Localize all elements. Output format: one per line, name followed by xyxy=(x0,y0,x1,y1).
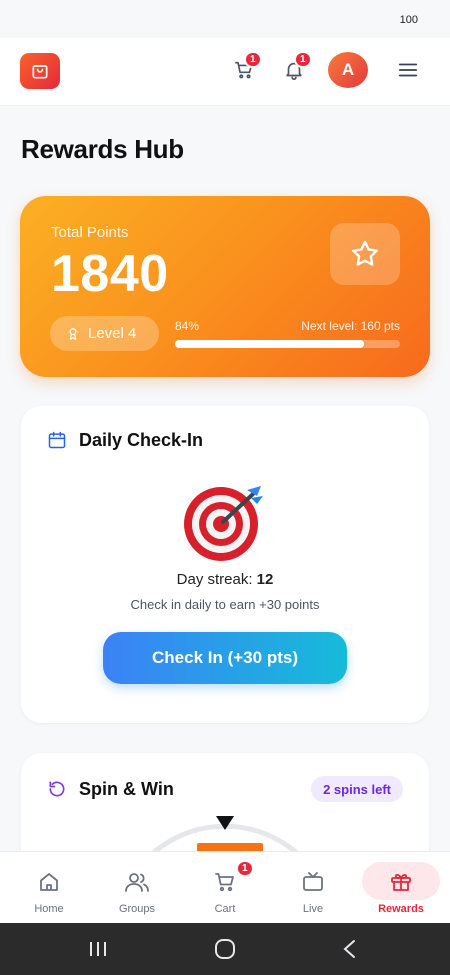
cart-badge: 1 xyxy=(244,51,262,68)
spin-win-title: Spin & Win xyxy=(79,779,174,799)
level-progress-bar xyxy=(175,340,400,348)
status-bar: 100 xyxy=(0,0,450,38)
daily-checkin-card: Daily Check-In Day streak: 12 Check in d… xyxy=(21,406,429,723)
nav-groups-label: Groups xyxy=(118,903,156,915)
star-button[interactable] xyxy=(330,223,400,285)
nav-home[interactable]: Home xyxy=(4,852,94,924)
nav-rewards[interactable]: Rewards xyxy=(356,852,446,924)
groups-icon xyxy=(125,873,149,892)
page-title: Rewards Hub xyxy=(21,134,184,164)
next-level-text: Next level: 160 pts xyxy=(301,319,400,333)
nav-cart-badge: 1 xyxy=(236,860,254,877)
star-icon xyxy=(352,240,378,266)
bottom-nav: Home Groups 1 Cart Live Rewards xyxy=(0,851,450,923)
notifications-button[interactable]: 1 xyxy=(279,51,312,86)
points-card: Total Points 1840 Level 4 84% Next level… xyxy=(20,196,430,377)
target-icon xyxy=(184,486,263,561)
menu-button[interactable] xyxy=(393,54,423,86)
gift-icon xyxy=(391,873,411,891)
check-in-button[interactable]: Check In (+30 pts) xyxy=(103,632,347,684)
level-badge: Level 4 xyxy=(50,316,159,351)
calendar-icon xyxy=(48,431,66,449)
spins-left-badge: 2 spins left xyxy=(311,776,403,802)
nav-cart-label: Cart xyxy=(214,903,236,915)
daily-checkin-title: Daily Check-In xyxy=(79,430,204,450)
home-icon xyxy=(40,873,58,891)
battery-level: 100 xyxy=(399,14,418,26)
nav-cart[interactable]: 1 Cart xyxy=(180,852,270,924)
total-points-value: 1840 xyxy=(51,245,169,303)
day-streak: Day streak: 12 xyxy=(21,571,429,588)
streak-value: 12 xyxy=(256,571,274,588)
level-progress-fill xyxy=(175,340,364,348)
app-header: 1 1 A xyxy=(0,38,450,106)
avatar[interactable]: A xyxy=(328,52,368,88)
nav-groups[interactable]: Groups xyxy=(92,852,182,924)
back-icon[interactable] xyxy=(340,938,360,960)
hamburger-menu-icon xyxy=(398,63,418,77)
notifications-badge: 1 xyxy=(294,51,312,68)
award-icon xyxy=(69,327,77,340)
system-nav-bar xyxy=(0,923,450,975)
app-logo[interactable] xyxy=(20,53,60,89)
wheel-pointer-icon xyxy=(216,816,234,830)
level-label: Level 4 xyxy=(88,325,137,342)
checkin-subtitle: Check in daily to earn +30 points xyxy=(130,597,320,612)
cart-icon xyxy=(215,873,234,892)
nav-home-label: Home xyxy=(34,903,64,915)
progress-percent: 84% xyxy=(175,319,200,333)
streak-label: Day streak: xyxy=(176,571,253,588)
nav-live-label: Live xyxy=(302,903,324,915)
nav-live[interactable]: Live xyxy=(268,852,358,924)
tv-icon xyxy=(303,872,323,891)
total-points-label: Total Points xyxy=(51,224,129,241)
recent-apps-icon[interactable] xyxy=(88,939,108,959)
refresh-icon xyxy=(49,781,65,797)
home-button-icon[interactable] xyxy=(214,938,236,960)
header-cart-button[interactable]: 1 xyxy=(229,51,262,86)
nav-rewards-label: Rewards xyxy=(378,903,424,915)
shopping-bag-icon xyxy=(32,65,48,79)
